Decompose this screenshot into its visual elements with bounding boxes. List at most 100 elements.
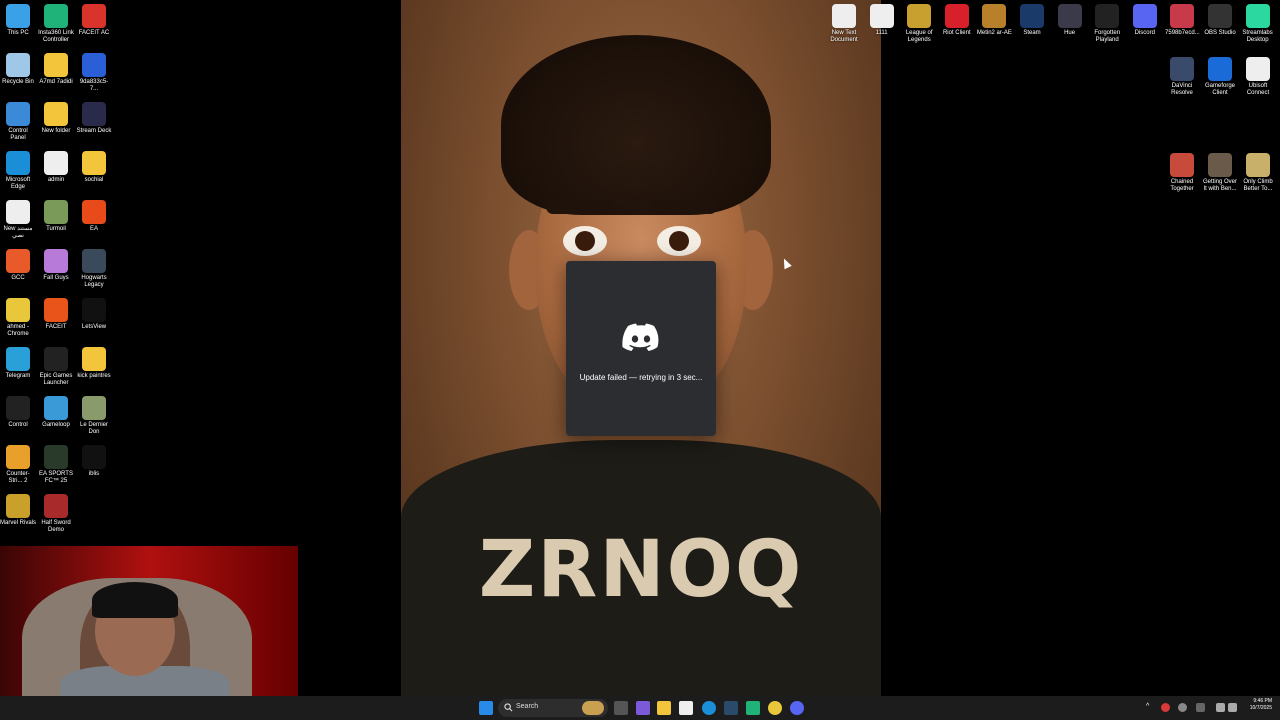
- desktop-icon-left-16[interactable]: Fall Guys: [38, 245, 74, 282]
- tray-app-icon[interactable]: [1161, 703, 1170, 712]
- app-shortcut-icon: [869, 4, 894, 28]
- task-view-icon[interactable]: [614, 701, 628, 715]
- desktop-icon-label: Getting Over It with Ben...: [1202, 179, 1237, 192]
- app-icon[interactable]: [724, 701, 738, 715]
- app-shortcut-icon: [6, 298, 30, 322]
- desktop-icon-left-24[interactable]: Control: [0, 392, 36, 429]
- desktop-icon-left-19[interactable]: FACEIT: [38, 294, 74, 331]
- desktop-icon-left-14[interactable]: EA: [76, 196, 112, 233]
- desktop-icon-right-0[interactable]: DaVinci Resolve: [1164, 53, 1200, 97]
- app-shortcut-icon: [1020, 4, 1044, 28]
- desktop-icon-right-5[interactable]: Only Climb Better To...: [1240, 149, 1276, 193]
- desktop-icon-top-10[interactable]: OBS Studio: [1202, 0, 1238, 37]
- taskbar-search[interactable]: Search: [498, 699, 608, 717]
- desktop-icon-top-7[interactable]: Forgotten Playland: [1089, 0, 1125, 44]
- copilot-icon[interactable]: [636, 701, 650, 715]
- app-shortcut-icon: [6, 4, 30, 28]
- discord-taskbar-icon[interactable]: [790, 701, 804, 715]
- desktop-icon-label: LetsView: [81, 324, 107, 330]
- desktop-icon-left-25[interactable]: Gameloop: [38, 392, 74, 429]
- streamlabs-icon[interactable]: [746, 701, 760, 715]
- desktop-icon-top-6[interactable]: Hue: [1052, 0, 1088, 37]
- app-shortcut-icon: [6, 200, 30, 224]
- desktop-icon-left-15[interactable]: GCC: [0, 245, 36, 282]
- desktop-icon-right-3[interactable]: Chained Together: [1164, 149, 1200, 193]
- desktop-icon-top-1[interactable]: 1111: [864, 0, 900, 37]
- discord-update-window[interactable]: Update failed — retrying in 3 sec...: [566, 261, 716, 436]
- desktop-icon-right-4[interactable]: Getting Over It with Ben...: [1202, 149, 1238, 193]
- desktop-icon-label: Le Dernier Don: [79, 422, 108, 435]
- edge-icon[interactable]: [702, 701, 716, 715]
- desktop-icon-top-11[interactable]: Streamlabs Desktop: [1240, 0, 1276, 44]
- tray-chevron-icon[interactable]: ^: [1146, 703, 1154, 711]
- app-shortcut-icon: [44, 53, 68, 77]
- wallpaper-eye-left: [563, 226, 607, 256]
- desktop-icon-right-2[interactable]: Ubisoft Connect: [1240, 53, 1276, 97]
- desktop-icon-top-0[interactable]: New Text Document: [826, 0, 862, 44]
- desktop-icon-left-29[interactable]: iblis: [76, 441, 112, 478]
- desktop-icon-left-4[interactable]: A7md 7adidi: [38, 49, 74, 86]
- tray-mic-icon[interactable]: [1178, 703, 1187, 712]
- desktop-icon-left-12[interactable]: New مستند نصي: [0, 196, 36, 240]
- desktop-icon-left-17[interactable]: Hogwarts Legacy: [76, 245, 112, 289]
- desktop-icon-label: Telegram: [5, 373, 31, 379]
- desktop-icon-label: 7598b7ecd...: [1165, 30, 1200, 36]
- desktop-icon-left-9[interactable]: Microsoft Edge: [0, 147, 36, 191]
- desktop-icon-left-31[interactable]: Half Sword Demo: [38, 490, 74, 534]
- app-shortcut-icon: [832, 4, 856, 28]
- desktop-icon-left-5[interactable]: 9da833c5-7...: [76, 49, 112, 93]
- app-shortcut-icon: [44, 494, 68, 518]
- wallpaper-hair: [501, 35, 771, 215]
- desktop-icon-left-27[interactable]: Counter-Stri... 2: [0, 441, 36, 485]
- calendar-icon[interactable]: [679, 701, 693, 715]
- desktop-icon-left-1[interactable]: Insta360 Link Controller: [38, 0, 74, 44]
- app-shortcut-icon: [44, 249, 68, 273]
- desktop-icon-label: Epic Games Launcher: [39, 373, 73, 386]
- desktop-icon-left-18[interactable]: ahmed - Chrome: [0, 294, 36, 338]
- desktop-icon-label: Turmoil: [46, 226, 66, 232]
- desktop-icon-left-21[interactable]: Telegram: [0, 343, 36, 380]
- desktop-icon-label: This PC: [7, 30, 29, 36]
- desktop-icon-label: Recycle Bin: [2, 79, 34, 85]
- volume-icon[interactable]: [1228, 703, 1237, 712]
- network-icon[interactable]: [1216, 703, 1225, 712]
- file-explorer-icon[interactable]: [657, 701, 671, 715]
- desktop-icon-left-11[interactable]: sochial: [76, 147, 112, 184]
- desktop-icon-left-30[interactable]: Marvel Rivals: [0, 490, 36, 527]
- desktop-icon-label: Control: [8, 422, 28, 428]
- desktop-icon-top-2[interactable]: League of Legends: [901, 0, 937, 44]
- desktop-icon-label: Gameforge Client: [1204, 83, 1235, 96]
- desktop-icon-left-3[interactable]: Recycle Bin: [0, 49, 36, 86]
- start-windows-icon[interactable]: [479, 701, 493, 715]
- app-shortcut-icon: [6, 151, 30, 175]
- desktop-icon-left-10[interactable]: admin: [38, 147, 74, 184]
- desktop-icon-left-28[interactable]: EA SPORTS FC™ 25: [38, 441, 74, 485]
- desktop-icon-left-13[interactable]: Turmoil: [38, 196, 74, 233]
- app-shortcut-icon: [6, 494, 30, 518]
- desktop-icon-left-22[interactable]: Epic Games Launcher: [38, 343, 74, 387]
- desktop-icon-left-2[interactable]: FACEIT AC: [76, 0, 112, 37]
- desktop-icon-left-8[interactable]: Stream Deck: [76, 98, 112, 135]
- clock[interactable]: 9:46 PM 10/7/2025: [1250, 698, 1272, 712]
- tray-keyboard-icon[interactable]: [1196, 703, 1205, 712]
- app-shortcut-icon: [6, 249, 30, 273]
- desktop-icon-right-1[interactable]: Gameforge Client: [1202, 53, 1238, 97]
- desktop-icon-top-9[interactable]: 7598b7ecd...: [1164, 0, 1200, 37]
- desktop-icon-left-6[interactable]: Control Panel: [0, 98, 36, 142]
- app-shortcut-icon: [907, 4, 932, 28]
- app-shortcut-icon: [6, 347, 30, 371]
- desktop-icon-left-7[interactable]: New folder: [38, 98, 74, 135]
- discord-logo-icon: [622, 323, 659, 351]
- desktop-icon-left-0[interactable]: This PC: [0, 0, 36, 37]
- desktop-icon-top-5[interactable]: Steam: [1014, 0, 1050, 37]
- desktop-icon-left-23[interactable]: kick paintres: [76, 343, 112, 380]
- desktop-icon-top-3[interactable]: Riot Client: [939, 0, 975, 37]
- desktop-icon-top-8[interactable]: Discord: [1127, 0, 1163, 37]
- desktop-icon-left-26[interactable]: Le Dernier Don: [76, 392, 112, 436]
- desktop-icon-top-4[interactable]: Metin2 ar-AE: [976, 0, 1012, 37]
- search-highlight-icon: [582, 701, 604, 715]
- chrome-icon[interactable]: [768, 701, 782, 715]
- desktop-icon-left-20[interactable]: LetsView: [76, 294, 112, 331]
- desktop-icon-label: Fall Guys: [43, 275, 69, 281]
- desktop-icon-label: Only Climb Better To...: [1243, 179, 1273, 192]
